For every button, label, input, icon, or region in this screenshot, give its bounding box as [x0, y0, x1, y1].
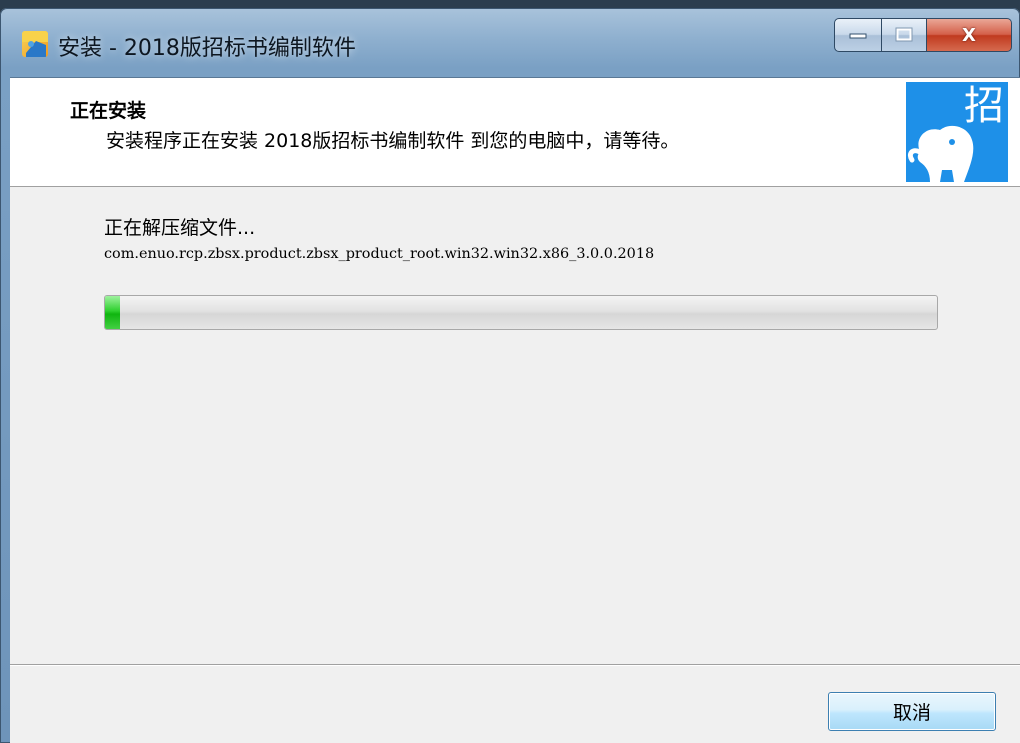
- maximize-icon: [895, 27, 913, 42]
- window-title: 安装 - 2018版招标书编制软件: [58, 36, 356, 61]
- close-icon: X: [962, 24, 976, 46]
- current-file-path: com.enuo.rcp.zbsx.product.zbsx_product_r…: [104, 246, 655, 262]
- cancel-button[interactable]: 取消: [828, 692, 996, 731]
- app-icon: [22, 31, 48, 57]
- minimize-button[interactable]: [834, 18, 882, 52]
- installer-window: 安装 - 2018版招标书编制软件 X 正在安装 安装程序正在安装 2018版招…: [0, 8, 1020, 743]
- maximize-button[interactable]: [882, 18, 927, 52]
- title-bar[interactable]: 安装 - 2018版招标书编制软件 X: [0, 8, 1020, 78]
- page-title: 正在安装: [70, 100, 147, 122]
- footer-divider: [10, 664, 1020, 666]
- product-logo: 招: [906, 82, 1008, 182]
- installer-body: 正在安装 安装程序正在安装 2018版招标书编制软件 到您的电脑中，请等待。 招…: [10, 77, 1020, 743]
- status-label: 正在解压缩文件...: [104, 217, 256, 239]
- page-header: 正在安装 安装程序正在安装 2018版招标书编制软件 到您的电脑中，请等待。 招: [10, 78, 1020, 187]
- install-progress-bar: [104, 295, 938, 330]
- minimize-icon: [849, 33, 867, 39]
- close-button[interactable]: X: [927, 18, 1012, 52]
- logo-character: 招: [964, 83, 1004, 129]
- caption-buttons: X: [834, 18, 1012, 52]
- progress-fill: [105, 296, 120, 329]
- page-subtitle: 安装程序正在安装 2018版招标书编制软件 到您的电脑中，请等待。: [106, 130, 680, 152]
